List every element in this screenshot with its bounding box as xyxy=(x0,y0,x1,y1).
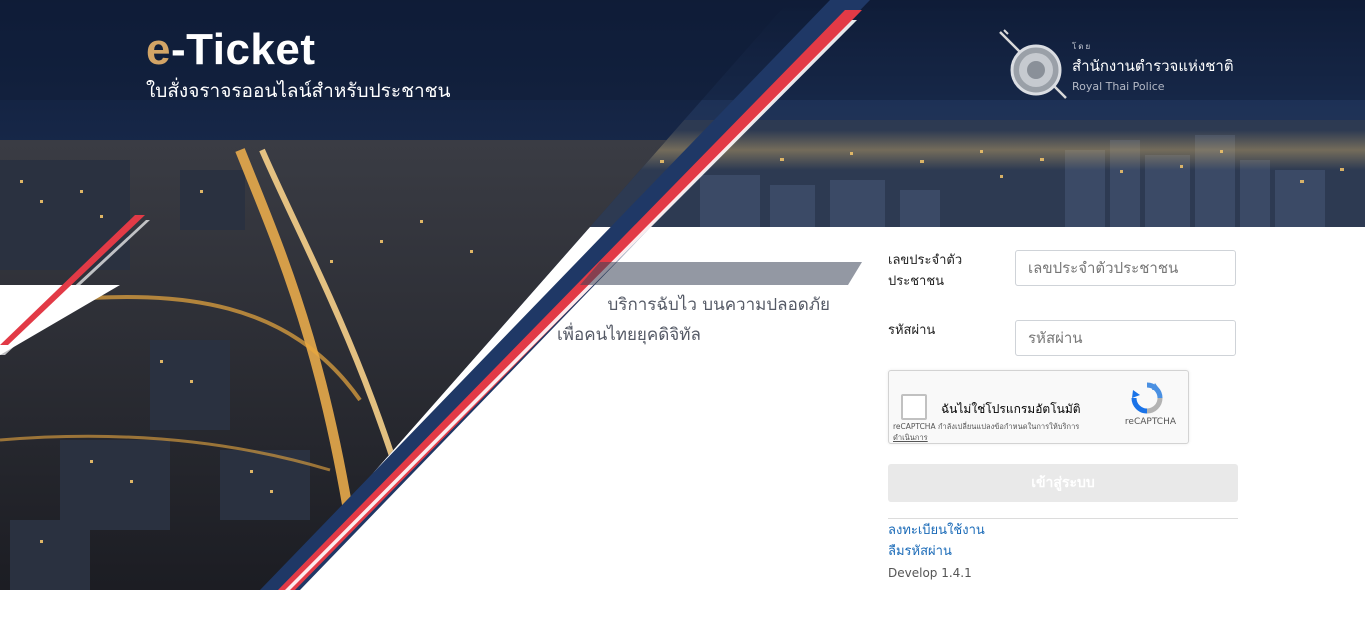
password-label: รหัสผ่าน xyxy=(888,323,936,338)
citizen-id-input[interactable] xyxy=(1015,250,1236,286)
forgot-password-link[interactable]: ลืมรหัสผ่าน xyxy=(888,541,985,562)
recaptcha-label: ฉันไม่ใช่โปรแกรมอัตโนมัติ xyxy=(941,402,1081,416)
agency-logo: โดย สำนักงานตำรวจแห่งชาติ Royal Thai Pol… xyxy=(996,28,1234,102)
recaptcha-terms-link[interactable]: ดำเนินการ xyxy=(893,433,928,442)
recaptcha-logo-icon xyxy=(1131,382,1163,414)
password-input[interactable] xyxy=(1015,320,1236,356)
recaptcha-terms-text: reCAPTCHA กำลังเปลี่ยนแปลงข้อกำหนดในการใ… xyxy=(893,422,1080,431)
app-subtitle: ใบสั่งจราจรออนไลน์สำหรับประชาชน xyxy=(146,80,451,102)
agency-name-th: สำนักงานตำรวจแห่งชาติ xyxy=(1072,57,1234,75)
agency-name-en: Royal Thai Police xyxy=(1072,80,1165,93)
tagline: บริการฉับไว บนความปลอดภัย เพื่อคนไทยยุคด… xyxy=(540,290,840,350)
app-title-e: e xyxy=(146,25,171,74)
recaptcha-terms: reCAPTCHA กำลังเปลี่ยนแปลงข้อกำหนดในการใ… xyxy=(893,421,1093,443)
id-label: เลขประจำตัว ประชาชน xyxy=(888,250,1015,292)
id-label-line-2: ประชาชน xyxy=(888,274,945,289)
recaptcha-checkbox[interactable] xyxy=(901,394,927,420)
version-text: Develop 1.4.1 xyxy=(888,566,972,580)
login-form: เลขประจำตัว ประชาชน รหัสผ่าน xyxy=(888,250,1238,356)
divider xyxy=(888,518,1238,519)
id-label-line-1: เลขประจำตัว xyxy=(888,253,963,268)
agency-prefix: โดย xyxy=(1072,42,1093,51)
tagline-line-2: เพื่อคนไทยยุคดิจิทัล xyxy=(557,325,701,345)
id-row: เลขประจำตัว ประชาชน xyxy=(888,250,1238,292)
recaptcha-brand: reCAPTCHA xyxy=(1124,417,1176,427)
password-row: รหัสผ่าน xyxy=(888,320,1238,356)
tagline-line-1: บริการฉับไว บนความปลอดภัย xyxy=(607,295,830,315)
brand-block: e-Ticket ใบสั่งจราจรออนไลน์สำหรับประชาชน xyxy=(146,26,451,106)
auth-links: ลงทะเบียนใช้งาน ลืมรหัสผ่าน Develop 1.4.… xyxy=(888,520,985,583)
recaptcha-widget: ฉันไม่ใช่โปรแกรมอัตโนมัติ reCAPTCHA reCA… xyxy=(888,370,1189,444)
app-title-rest: -Ticket xyxy=(170,25,316,74)
app-title: e-Ticket xyxy=(146,26,451,74)
royal-thai-police-seal-icon xyxy=(999,29,1067,99)
register-link[interactable]: ลงทะเบียนใช้งาน xyxy=(888,520,985,541)
login-button[interactable]: เข้าสู่ระบบ xyxy=(888,464,1238,502)
